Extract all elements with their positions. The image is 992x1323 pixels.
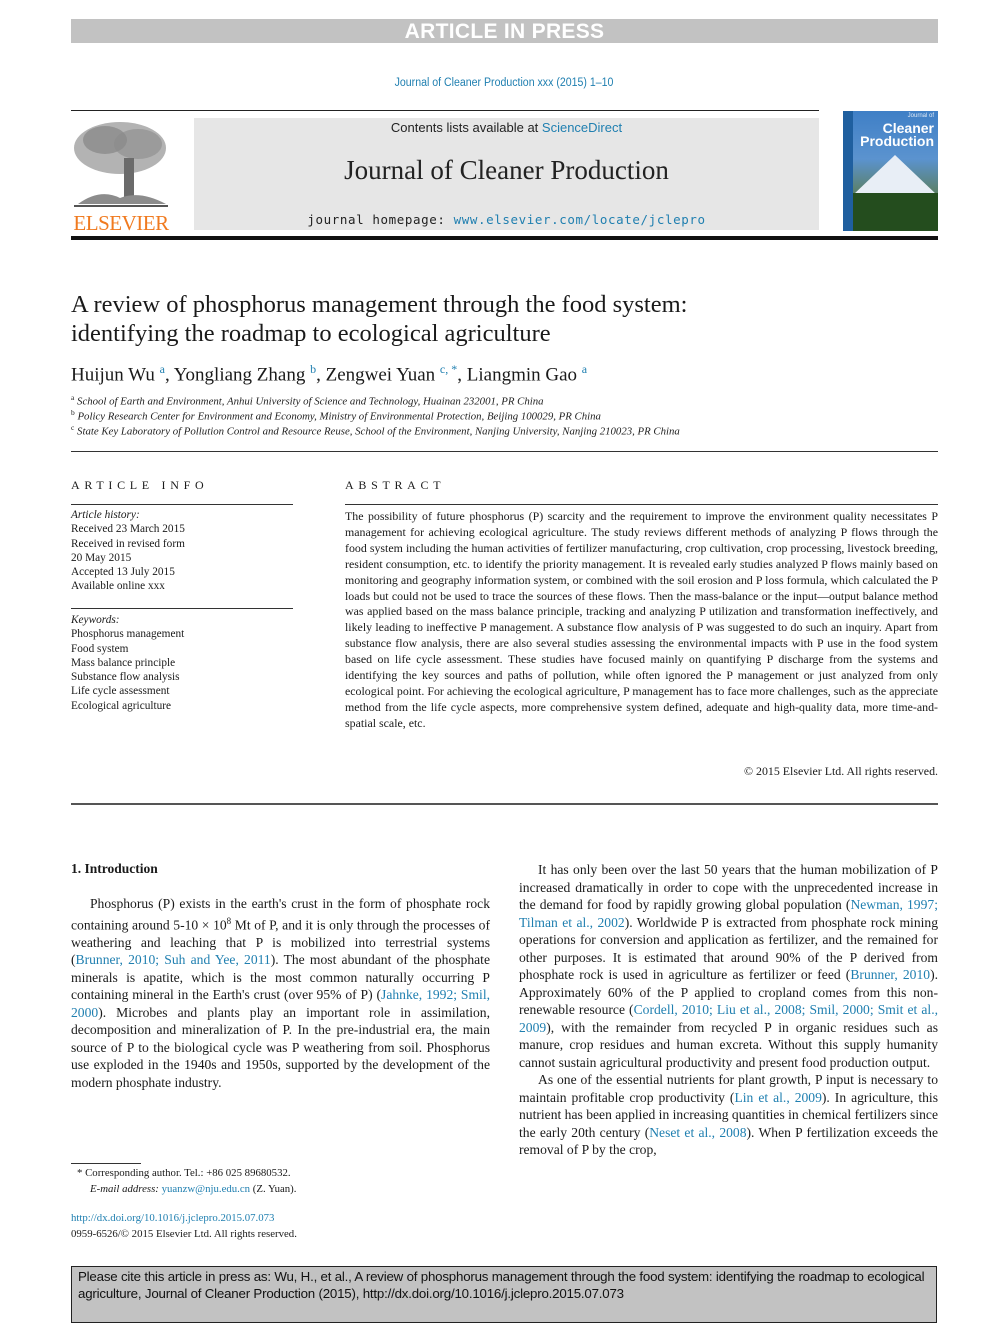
doi-block: http://dx.doi.org/10.1016/j.jclepro.2015… [71,1210,297,1242]
author-name: Liangmin Gao [466,364,578,386]
abstract-heading: ABSTRACT [345,478,446,492]
affil-mark: b [71,408,75,417]
text-run: ). Microbes and plants play an important… [71,1004,490,1090]
history-item: Accepted 13 July 2015 [71,566,175,579]
journal-homepage-link[interactable]: www.elsevier.com/locate/jclepro [454,212,706,227]
doi-link[interactable]: http://dx.doi.org/10.1016/j.jclepro.2015… [71,1212,274,1224]
affil-text: State Key Laboratory of Pollution Contro… [77,425,680,438]
author-name: Yongliang Zhang [173,364,306,386]
citation-link[interactable]: Neset et al., 2008 [649,1125,746,1140]
cover-forest-image [853,193,938,231]
body-column-right: It has only been over the last 50 years … [519,861,938,1159]
citation-link[interactable]: Lin et al., 2009 [734,1090,821,1105]
history-item: Received 23 March 2015 [71,523,185,536]
keywords-label: Keywords: [71,614,120,626]
text-run: ), with the remainder from recycled P in… [519,1019,938,1070]
cover-small-title: Journal of [907,113,934,119]
body-column-left: Phosphorus (P) exists in the earth's cru… [71,895,490,1091]
abstract-copyright: © 2015 Elsevier Ltd. All rights reserved… [744,764,938,778]
keyword[interactable]: Substance flow analysis [71,670,293,684]
article-title-line2: identifying the roadmap to ecological ag… [71,320,551,347]
cover-side-strip [843,111,853,231]
author-name: Huijun Wu [71,364,155,386]
cover-mountain-image [853,155,937,195]
footnote-rule [71,1163,141,1164]
affil-text: School of Earth and Environment, Anhui U… [77,395,544,408]
keyword[interactable]: Mass balance principle [71,656,293,670]
homepage-prefix: journal homepage: [307,212,454,227]
intro-paragraph: Phosphorus (P) exists in the earth's cru… [71,895,490,1091]
running-head[interactable]: Journal of Cleaner Production xxx (2015)… [40,77,967,89]
affil-mark: a [71,393,75,402]
history-item: 20 May 2015 [71,551,132,564]
abstract-divider [345,504,938,505]
author-name: Zengwei Yuan [325,364,436,386]
affiliation-a: a School of Earth and Environment, Anhui… [71,393,931,408]
affil-mark: c [71,423,75,432]
abstract-bottom-divider [71,803,938,805]
article-info-heading: ARTICLE INFO [71,478,209,492]
abstract-text: The possibility of future phosphorus (P)… [345,509,938,730]
keyword[interactable]: Ecological agriculture [71,699,293,713]
cover-title: Cleaner Production [860,121,934,149]
email-line: E-mail address: yuanzw@nju.edu.cn (Z. Yu… [77,1181,497,1197]
homepage-line: journal homepage: www.elsevier.com/locat… [194,212,819,227]
issn-copyright: 0959-6526/© 2015 Elsevier Ltd. All right… [71,1228,297,1240]
affiliation-c: c State Key Laboratory of Pollution Cont… [71,423,931,438]
author-separator: , [164,364,174,386]
keywords-divider [71,608,293,609]
header-divider [71,236,938,240]
intro-paragraph: It has only been over the last 50 years … [519,861,938,1071]
keyword[interactable]: Life cycle assessment [71,684,293,698]
article-info-divider [71,504,293,505]
corresponding-author: * Corresponding author. Tel.: +86 025 89… [77,1167,291,1179]
keyword[interactable]: Food system [71,642,293,656]
sciencedirect-link[interactable]: ScienceDirect [542,120,622,135]
intro-paragraph: As one of the essential nutrients for pl… [519,1071,938,1159]
citation-link[interactable]: Brunner, 2010; Suh and Yee, 2011 [76,952,271,967]
keywords-list: Keywords: Phosphorus management Food sys… [71,613,293,713]
author-separator: , [316,364,326,386]
journal-cover-thumbnail[interactable]: Journal of Cleaner Production [843,111,938,231]
contents-line: Contents lists available at ScienceDirec… [194,120,819,135]
author-affil-mark[interactable]: a [582,362,587,376]
author-affil-mark[interactable]: c, * [440,362,457,376]
affiliation-b: b Policy Research Center for Environment… [71,408,931,423]
affil-text: Policy Research Center for Environment a… [77,410,601,423]
history-item: Available online xxx [71,580,165,593]
history-label: Article history: [71,509,140,521]
article-history: Article history: Received 23 March 2015 … [71,508,293,594]
article-title: A review of phosphorus management throug… [71,290,931,348]
section-heading-introduction: 1. Introduction [71,861,158,876]
top-rule [71,110,819,111]
journal-name: Journal of Cleaner Production [344,155,669,185]
affiliation-divider [71,451,938,452]
article-in-press-banner: ARTICLE IN PRESS [71,19,938,43]
email-label: E-mail address: [90,1183,162,1195]
citation-text: Please cite this article in press as: Wu… [78,1269,925,1301]
email-link[interactable]: yuanzw@nju.edu.cn [162,1183,251,1195]
history-item: Received in revised form [71,537,185,550]
elsevier-wordmark: ELSEVIER [73,211,169,235]
corresponding-author-footnote: * Corresponding author. Tel.: +86 025 89… [77,1165,497,1197]
email-suffix: (Z. Yuan). [250,1183,297,1195]
citation-link[interactable]: Brunner, 2010 [850,967,930,982]
author-list: Huijun Wu a, Yongliang Zhang b, Zengwei … [71,362,931,386]
article-title-line1: A review of phosphorus management throug… [71,291,688,318]
contents-prefix: Contents lists available at [390,120,542,135]
author-separator: , [457,364,467,386]
cover-title-line2: Production [860,133,934,149]
keyword[interactable]: Phosphorus management [71,627,293,641]
